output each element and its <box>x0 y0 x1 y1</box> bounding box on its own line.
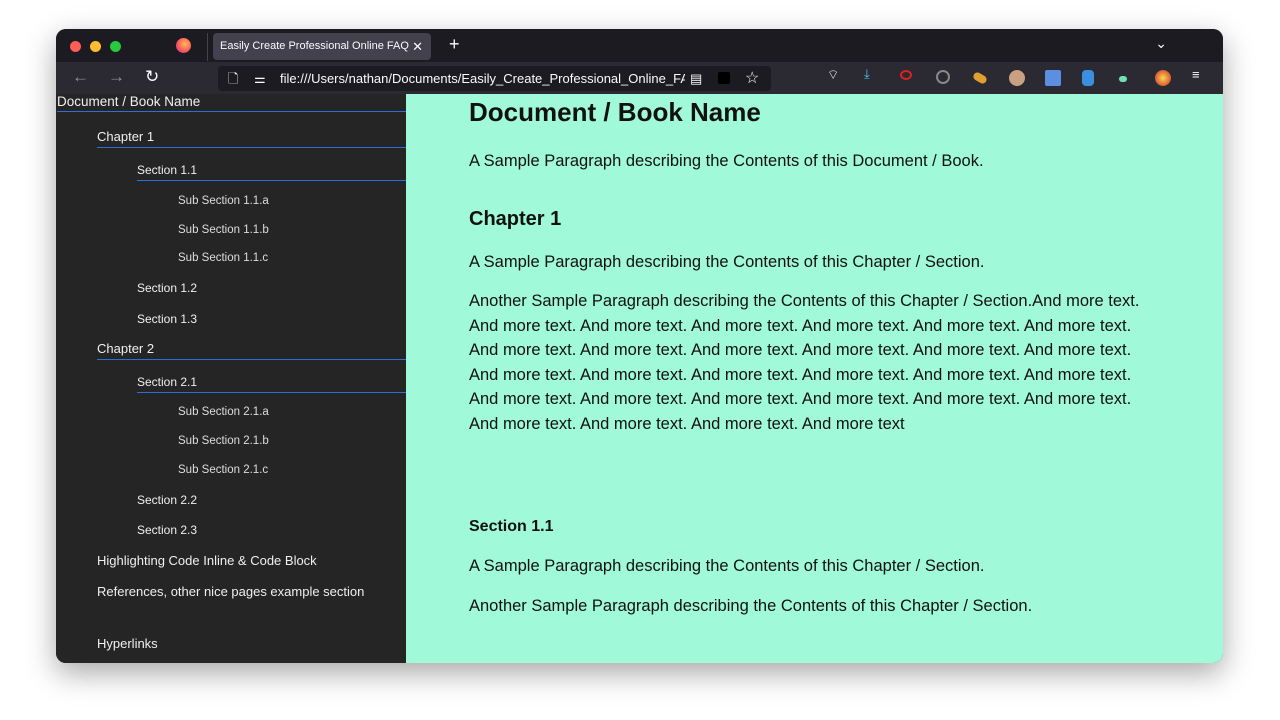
back-icon[interactable]: ← <box>72 67 89 87</box>
color-icon[interactable] <box>1155 70 1171 86</box>
download-circle-icon[interactable] <box>936 70 950 84</box>
toc-section-2-1[interactable]: Section 2.1 <box>137 375 406 393</box>
tab-title: Easily Create Professional Online FAQ <box>220 40 409 52</box>
permissions-icon[interactable]: ⚌ <box>254 66 266 91</box>
page-content: Document / Book Name Chapter 1 Section 1… <box>56 94 1223 663</box>
table-of-contents: Document / Book Name Chapter 1 Section 1… <box>56 94 406 663</box>
url-bar[interactable]: 🗋 ⚌ file:///Users/nathan/Documents/Easil… <box>218 66 771 91</box>
tab-list-chevron-icon[interactable]: ⌄ <box>1155 35 1167 52</box>
extension-icon[interactable] <box>718 72 730 84</box>
nav-toolbar: ← → ↻ 🗋 ⚌ file:///Users/nathan/Documents… <box>56 62 1223 94</box>
intro-paragraph: A Sample Paragraph describing the Conten… <box>469 152 984 170</box>
toc-subsection-2-1-a[interactable]: Sub Section 2.1.a <box>178 406 269 418</box>
section-paragraph-1: A Sample Paragraph describing the Conten… <box>469 557 985 575</box>
toc-hyperlinks[interactable]: Hyperlinks <box>97 636 406 651</box>
close-tab-icon[interactable]: ✕ <box>412 33 423 60</box>
url-text[interactable]: file:///Users/nathan/Documents/Easily_Cr… <box>280 66 685 91</box>
section-paragraph-2: Another Sample Paragraph describing the … <box>469 597 1033 615</box>
toc-subsection-2-1-c[interactable]: Sub Section 2.1.c <box>178 464 268 476</box>
reader-view-icon[interactable]: ▤ <box>690 66 702 91</box>
toc-chapter-2[interactable]: Chapter 2 <box>97 341 406 360</box>
chapter-paragraph-1: A Sample Paragraph describing the Conten… <box>469 253 985 271</box>
link-icon[interactable] <box>900 70 912 80</box>
menu-icon[interactable]: ≡ <box>1192 67 1200 82</box>
toc-references[interactable]: References, other nice pages example sec… <box>97 583 367 601</box>
chapter-heading: Chapter 1 <box>469 208 562 230</box>
toc-section-2-3[interactable]: Section 2.3 <box>137 523 406 537</box>
main-document: Document / Book Name A Sample Paragraph … <box>406 94 1223 663</box>
toc-section-1-2[interactable]: Section 1.2 <box>137 281 406 295</box>
tab-bar: Easily Create Professional Online FAQ ✕ +… <box>56 29 1223 62</box>
divider <box>207 33 208 61</box>
toc-subsection-1-1-a[interactable]: Sub Section 1.1.a <box>178 195 269 207</box>
forward-icon[interactable]: → <box>108 67 125 87</box>
eyedropper-icon[interactable] <box>1119 76 1127 82</box>
firefox-icon <box>176 38 191 53</box>
toc-subsection-2-1-b[interactable]: Sub Section 2.1.b <box>178 435 269 447</box>
file-download-icon[interactable] <box>1082 70 1094 86</box>
tab-active[interactable]: Easily Create Professional Online FAQ ✕ <box>213 33 431 60</box>
maximize-window-button[interactable] <box>110 41 121 52</box>
toc-highlighting-code[interactable]: Highlighting Code Inline & Code Block <box>97 553 406 568</box>
toc-subsection-1-1-c[interactable]: Sub Section 1.1.c <box>178 252 268 264</box>
toc-section-1-1[interactable]: Section 1.1 <box>137 163 406 181</box>
new-tab-button[interactable]: + <box>449 34 460 55</box>
document-title: Document / Book Name <box>469 97 761 127</box>
toc-section-2-2[interactable]: Section 2.2 <box>137 493 406 507</box>
downloads-icon[interactable]: ⤓ <box>864 66 870 82</box>
save-icon[interactable] <box>1045 70 1061 86</box>
toc-title[interactable]: Document / Book Name <box>57 94 406 112</box>
toc-section-1-3[interactable]: Section 1.3 <box>137 312 406 326</box>
close-window-button[interactable] <box>70 41 81 52</box>
page-icon: 🗋 <box>228 71 239 86</box>
minimize-window-button[interactable] <box>90 41 101 52</box>
section-heading: Section 1.1 <box>469 518 554 535</box>
toc-chapter-1[interactable]: Chapter 1 <box>97 129 406 148</box>
toc-subsection-1-1-b[interactable]: Sub Section 1.1.b <box>178 224 269 236</box>
pencil-icon[interactable] <box>971 71 989 85</box>
browser-window: Easily Create Professional Online FAQ ✕ +… <box>56 29 1223 663</box>
bookmark-star-icon[interactable]: ☆ <box>745 66 759 91</box>
chapter-paragraph-2: Another Sample Paragraph describing the … <box>469 292 1140 433</box>
face-icon[interactable] <box>1009 70 1025 86</box>
pocket-icon[interactable]: ⌔ <box>827 67 839 83</box>
reload-icon[interactable]: ↻ <box>145 67 159 87</box>
